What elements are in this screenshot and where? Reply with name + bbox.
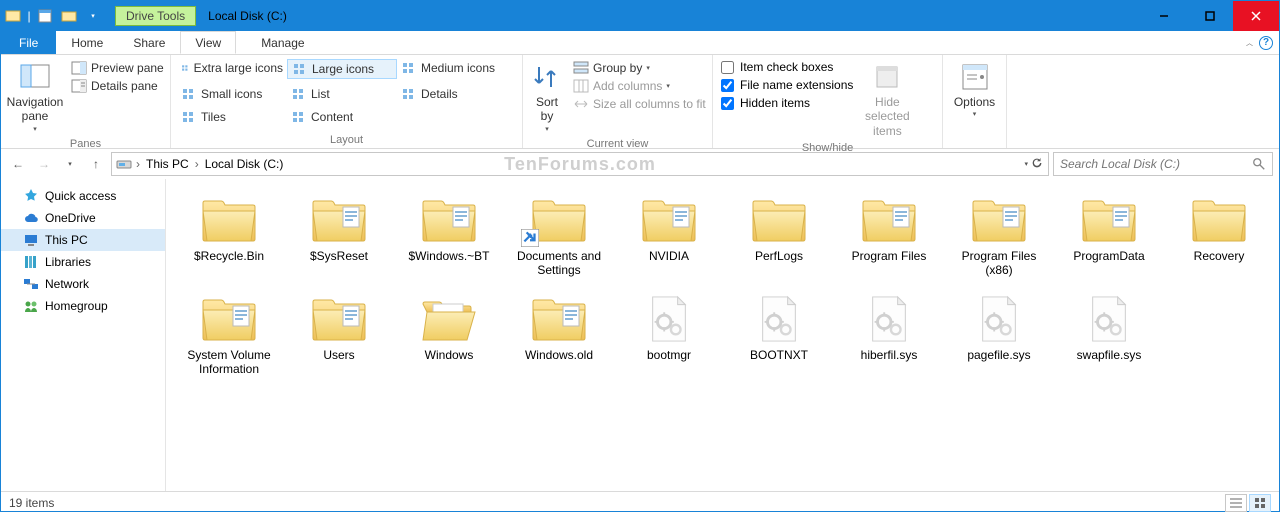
up-button[interactable]: ↑ — [85, 153, 107, 175]
window-title: Local Disk (C:) — [200, 1, 287, 31]
file-item[interactable]: ProgramData — [1054, 189, 1164, 282]
file-item[interactable]: BOOTNXT — [724, 288, 834, 381]
file-item[interactable]: Windows.old — [504, 288, 614, 381]
tab-home[interactable]: Home — [56, 31, 118, 54]
ribbon-collapse-icon[interactable]: ︿ — [1246, 38, 1253, 48]
layout-medium-icons[interactable]: Medium icons — [397, 59, 507, 77]
sidebar-item-onedrive[interactable]: OneDrive — [1, 207, 165, 229]
qat-customize-icon[interactable]: ▾ — [81, 1, 105, 31]
details-pane-button[interactable]: Details pane — [67, 77, 168, 95]
status-count: 19 items — [9, 496, 54, 510]
file-item[interactable]: Users — [284, 288, 394, 381]
file-item[interactable]: bootmgr — [614, 288, 724, 381]
group-label-current-view: Current view — [529, 136, 706, 150]
view-details-button[interactable] — [1225, 494, 1247, 512]
size-columns-button[interactable]: Size all columns to fit — [569, 95, 710, 113]
file-item[interactable]: $Windows.~BT — [394, 189, 504, 282]
ribbon-tabs: File Home Share View Manage ︿ ? — [1, 31, 1279, 55]
navigation-pane-button[interactable]: Navigation pane▾ — [7, 59, 63, 136]
refresh-icon[interactable] — [1030, 156, 1044, 173]
tab-share[interactable]: Share — [118, 31, 180, 54]
crumb-local-disk[interactable]: Local Disk (C:) — [203, 157, 286, 171]
layout-extra-large-icons[interactable]: Extra large icons — [177, 59, 287, 77]
options-button[interactable]: Options▾ — [949, 59, 1000, 122]
search-box[interactable] — [1053, 152, 1273, 176]
file-item[interactable]: NVIDIA — [614, 189, 724, 282]
qat-properties-icon[interactable] — [33, 1, 57, 31]
file-extensions-toggle[interactable]: File name extensions — [719, 77, 855, 93]
sidebar-item-libraries[interactable]: Libraries — [1, 251, 165, 273]
file-item[interactable]: hiberfil.sys — [834, 288, 944, 381]
sidebar-item-quick-access[interactable]: Quick access — [1, 185, 165, 207]
file-item[interactable]: System Volume Information — [174, 288, 284, 381]
recent-dropdown[interactable]: ▾ — [59, 153, 81, 175]
file-item[interactable]: Program Files (x86) — [944, 189, 1054, 282]
preview-pane-button[interactable]: Preview pane — [67, 59, 168, 77]
group-label-panes: Panes — [7, 136, 164, 150]
file-item[interactable]: Recovery — [1164, 189, 1274, 282]
context-tab-drive-tools[interactable]: Drive Tools — [115, 6, 196, 26]
file-list[interactable]: $Recycle.Bin$SysReset$Windows.~BTDocumen… — [166, 179, 1279, 491]
titlebar: | ▾ Drive Tools Local Disk (C:) — [1, 1, 1279, 31]
layout-large-icons[interactable]: Large icons — [287, 59, 397, 79]
address-bar[interactable]: › This PC › Local Disk (C:) TenForums.co… — [111, 152, 1049, 176]
group-by-button[interactable]: Group by ▾ — [569, 59, 710, 77]
hidden-items-toggle[interactable]: Hidden items — [719, 95, 855, 111]
statusbar: 19 items — [1, 491, 1279, 513]
layout-details[interactable]: Details — [397, 85, 507, 103]
qat-separator: | — [25, 1, 33, 31]
file-item[interactable]: PerfLogs — [724, 189, 834, 282]
add-columns-button[interactable]: Add columns ▾ — [569, 77, 710, 95]
nav-row: ← → ▾ ↑ › This PC › Local Disk (C:) TenF… — [1, 149, 1279, 179]
sidebar-item-homegroup[interactable]: Homegroup — [1, 295, 165, 317]
file-item[interactable]: Windows — [394, 288, 504, 381]
tab-manage[interactable]: Manage — [246, 31, 319, 54]
qat-newfolder-icon[interactable] — [57, 1, 81, 31]
layout-tiles[interactable]: Tiles — [177, 108, 287, 126]
sidebar: Quick accessOneDriveThis PCLibrariesNetw… — [1, 179, 166, 491]
sidebar-item-this-pc[interactable]: This PC — [1, 229, 165, 251]
tab-view[interactable]: View — [180, 31, 236, 54]
crumb-this-pc[interactable]: This PC — [144, 157, 191, 171]
address-dropdown-icon[interactable]: ▾ — [1024, 160, 1028, 168]
tab-file[interactable]: File — [1, 31, 56, 54]
layout-content[interactable]: Content — [287, 108, 397, 126]
drive-icon — [116, 156, 132, 172]
watermark: TenForums.com — [504, 154, 656, 175]
file-item[interactable]: swapfile.sys — [1054, 288, 1164, 381]
search-icon — [1252, 157, 1266, 171]
sort-by-button[interactable]: Sort by▾ — [529, 59, 565, 136]
layout-list[interactable]: List — [287, 85, 397, 103]
search-input[interactable] — [1060, 157, 1252, 171]
minimize-button[interactable] — [1141, 1, 1187, 31]
file-item[interactable]: $SysReset — [284, 189, 394, 282]
item-checkboxes-toggle[interactable]: Item check boxes — [719, 59, 855, 75]
file-item[interactable]: Program Files — [834, 189, 944, 282]
file-item[interactable]: $Recycle.Bin — [174, 189, 284, 282]
close-button[interactable] — [1233, 1, 1279, 31]
window-icon[interactable] — [1, 1, 25, 31]
forward-button[interactable]: → — [33, 153, 55, 175]
view-large-icons-button[interactable] — [1249, 494, 1271, 512]
ribbon-body: Navigation pane▾ Preview pane Details pa… — [1, 55, 1279, 149]
hide-selected-button: Hide selected items — [859, 59, 915, 140]
sidebar-item-network[interactable]: Network — [1, 273, 165, 295]
back-button[interactable]: ← — [7, 153, 29, 175]
group-label-layout: Layout — [177, 132, 516, 146]
layout-small-icons[interactable]: Small icons — [177, 85, 287, 103]
file-item[interactable]: Documents and Settings — [504, 189, 614, 282]
help-icon[interactable]: ? — [1259, 36, 1273, 50]
file-item[interactable]: pagefile.sys — [944, 288, 1054, 381]
maximize-button[interactable] — [1187, 1, 1233, 31]
